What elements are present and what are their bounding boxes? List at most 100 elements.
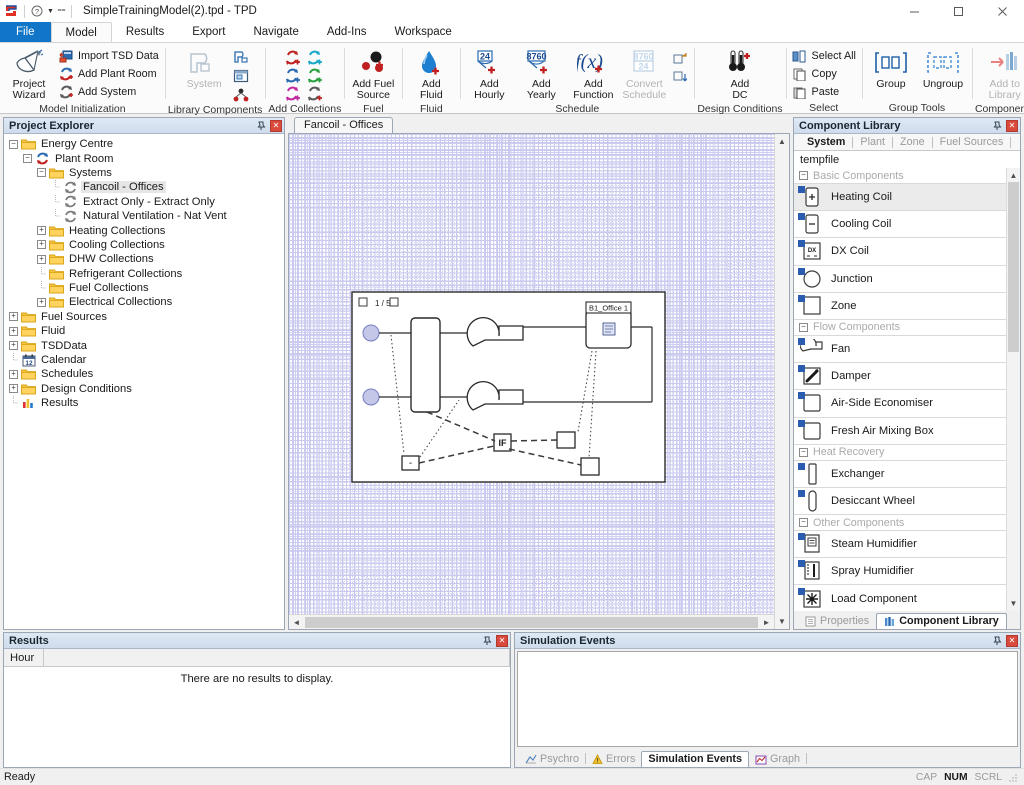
expander-box[interactable]: + [37, 240, 46, 250]
library-plant-button[interactable] [230, 67, 252, 85]
tree-collapse-icon[interactable]: − [8, 139, 19, 150]
scroll-right-arrow-icon[interactable]: ► [759, 615, 774, 630]
group-collapse-icon[interactable]: − [799, 518, 808, 528]
resize-grip-icon[interactable] [1009, 773, 1018, 782]
component-library-item[interactable]: DX DX Coil [794, 238, 1020, 266]
tree-node[interactable]: + TSDData [8, 338, 284, 352]
expander-box[interactable]: + [9, 384, 18, 394]
results-column-blank[interactable] [44, 649, 510, 666]
tree-node[interactable]: Fuel Collections [8, 281, 284, 295]
add-hourly-button[interactable]: 24 Add Hourly [463, 46, 515, 103]
tree-node[interactable]: Results [8, 396, 284, 410]
footer-tab-errors[interactable]: ! Errors [586, 751, 641, 767]
tree-expand-icon[interactable]: + [36, 297, 47, 308]
component-library-item[interactable]: Cooling Coil [794, 211, 1020, 239]
tree-expand-icon[interactable]: + [36, 254, 47, 265]
component-library-item[interactable]: Heating Coil [794, 184, 1020, 212]
document-tab-fancoil-offices[interactable]: Fancoil - Offices [294, 117, 394, 133]
maximize-button[interactable] [936, 0, 980, 22]
scroll-up-arrow-icon[interactable]: ▲ [775, 134, 790, 149]
tree-node[interactable]: − Plant Room [8, 151, 284, 165]
cl-tab-fuel-sources[interactable]: Fuel Sources [933, 136, 1011, 148]
component-library-scroll-thumb[interactable] [1008, 182, 1019, 352]
component-library-group-header[interactable]: − Basic Components [794, 168, 1020, 184]
dropdown-arrow-icon[interactable]: ▼ [45, 8, 56, 15]
component-library-item[interactable]: Desiccant Wheel [794, 487, 1020, 516]
select-all-button[interactable]: Select All [789, 47, 859, 65]
pin-icon[interactable] [481, 635, 493, 647]
tree-expand-icon[interactable]: + [8, 340, 19, 351]
expander-box[interactable]: + [9, 312, 18, 322]
cl-tab-plant[interactable]: Plant [853, 136, 892, 148]
expander-box[interactable]: + [9, 369, 18, 379]
add-plant-room-button[interactable]: Add Plant Room [55, 65, 162, 83]
tree-node[interactable]: Natural Ventilation - Nat Vent [8, 209, 284, 223]
ungroup-button[interactable]: Ungroup [917, 46, 969, 92]
add-refrigerant-collection-button[interactable] [306, 68, 325, 84]
component-library-item[interactable]: Fresh Air Mixing Box [794, 417, 1020, 445]
add-system-button[interactable]: Add System [55, 83, 162, 101]
add-function-button[interactable]: f(x) Add Function [567, 46, 619, 103]
tree-expand-icon[interactable]: + [36, 225, 47, 236]
expander-box[interactable]: + [37, 226, 46, 236]
add-electrical-collection-button[interactable] [306, 86, 325, 102]
vertical-scroll-thumb[interactable] [776, 150, 788, 613]
project-wizard-button[interactable]: Project Wizard [3, 46, 55, 103]
tree-collapse-icon[interactable]: − [36, 167, 47, 178]
component-library-item[interactable]: Air-Side Economiser [794, 390, 1020, 418]
convert-schedule-button[interactable]: 8760 24 Convert Schedule [619, 46, 669, 103]
component-library-item[interactable]: Spray Humidifier [794, 558, 1020, 586]
minimize-button[interactable] [892, 0, 936, 22]
tree-node[interactable]: + Fuel Sources [8, 310, 284, 324]
tree-node[interactable]: − Energy Centre [8, 137, 284, 151]
tree-node[interactable]: + Electrical Collections [8, 295, 284, 309]
tree-node[interactable]: Fancoil - Offices [8, 180, 284, 194]
canvas-horizontal-scrollbar[interactable]: ◄ ► [289, 614, 774, 629]
group-collapse-icon[interactable]: − [799, 171, 808, 180]
paste-button[interactable]: Paste [789, 83, 859, 101]
pin-icon[interactable] [991, 635, 1003, 647]
expander-box[interactable]: + [9, 341, 18, 351]
pin-icon[interactable] [255, 120, 267, 132]
close-icon[interactable]: ✕ [1006, 634, 1018, 647]
add-to-library-button[interactable]: Add to Library [983, 46, 1024, 103]
tab-file[interactable]: File [0, 22, 51, 42]
system-library-button[interactable]: System [178, 46, 230, 92]
quick-access-toolbar[interactable]: ? ▼ ⩵ SimpleTrainingModel(2).tpd - TPD [0, 0, 257, 22]
tree-node[interactable]: Extract Only - Extract Only [8, 194, 284, 209]
cl-tab-zone[interactable]: Zone [893, 136, 932, 148]
component-library-item[interactable]: Damper [794, 363, 1020, 391]
tab-add-ins[interactable]: Add-Ins [313, 22, 381, 42]
close-icon[interactable]: ✕ [496, 634, 508, 647]
close-button[interactable] [980, 0, 1024, 22]
project-explorer-tree[interactable]: − Energy Centre − Plant Room − Systems Fancoil… [4, 134, 284, 629]
library-zone-button[interactable] [230, 86, 252, 104]
tree-expand-icon[interactable]: + [8, 383, 19, 394]
component-library-item[interactable]: Exchanger [794, 460, 1020, 488]
component-library-item[interactable]: Steam Humidifier [794, 531, 1020, 559]
component-library-list[interactable]: − Basic Components Heating Coil Cooling Coi… [794, 168, 1020, 611]
add-fuel-collection-button[interactable] [284, 86, 303, 102]
component-library-group-header[interactable]: − Flow Components [794, 319, 1020, 336]
tree-node[interactable]: + Design Conditions [8, 382, 284, 396]
tree-expand-icon[interactable]: + [8, 311, 19, 322]
expander-box[interactable]: − [23, 154, 32, 164]
export-schedule-button[interactable] [669, 67, 691, 85]
tab-export[interactable]: Export [178, 22, 239, 42]
cl-tab-system[interactable]: System [800, 136, 852, 148]
component-library-item[interactable]: Load Component [794, 585, 1020, 611]
group-collapse-icon[interactable]: − [799, 447, 808, 457]
close-icon[interactable]: ✕ [1006, 119, 1018, 132]
close-icon[interactable]: ✕ [270, 119, 282, 132]
component-library-item[interactable]: Zone [794, 292, 1020, 320]
footer-tab-component-library[interactable]: Component Library [876, 613, 1007, 629]
component-library-group-header[interactable]: − Heat Recovery [794, 444, 1020, 461]
add-fluid-button[interactable]: Add Fluid [405, 46, 457, 103]
library-system-button[interactable] [230, 48, 252, 66]
scroll-left-arrow-icon[interactable]: ◄ [289, 615, 304, 630]
add-dc-button[interactable]: Add DC [698, 46, 782, 103]
footer-tab-graph[interactable]: Graph [749, 751, 806, 767]
component-library-item[interactable]: Fan [794, 335, 1020, 364]
footer-tab-properties[interactable]: Properties [798, 613, 876, 629]
add-dhw-collection-button[interactable] [284, 68, 303, 84]
